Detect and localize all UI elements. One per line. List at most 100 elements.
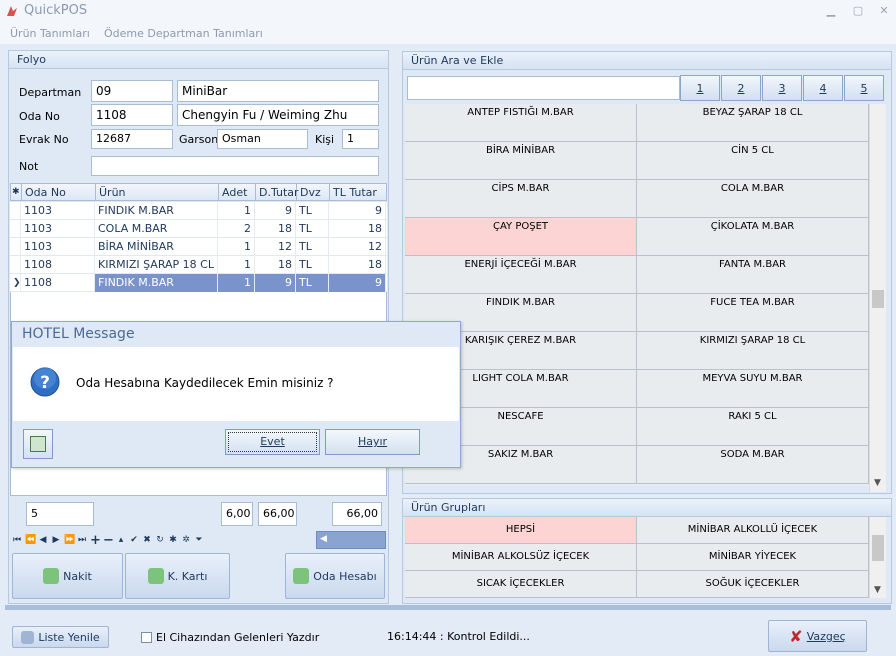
group-tile[interactable]: HEPSİ (405, 517, 637, 544)
table-row[interactable]: 1108 KIRMIZI ŞARAP 18 CL 1 18 TL 18 (10, 256, 387, 274)
horizontal-scrollbar[interactable]: ◀ (316, 531, 386, 549)
group-tile[interactable]: SOĞUK İÇECEKLER (637, 571, 869, 598)
guest-name-field[interactable]: Chengyin Fu / Weiming Zhu (177, 104, 379, 126)
print-checkbox-label: El Cihazından Gelenleri Yazdır (156, 631, 320, 644)
row-pointer-icon: ❯ (10, 274, 21, 292)
group-tile[interactable]: MİNİBAR YİYECEK (637, 544, 869, 571)
evrak-no-field[interactable]: 12687 (91, 129, 173, 149)
product-tile[interactable]: ÇİKOLATA M.BAR (637, 218, 869, 256)
nav-prev-icon[interactable]: ◀ (38, 535, 48, 545)
product-tile[interactable]: ANTEP FISTIĞI M.BAR (405, 104, 637, 142)
dialog-message: Oda Hesabına Kaydedilecek Emin misiniz ? (76, 376, 334, 390)
footer-tl-total: 66,00 (332, 502, 382, 526)
page-button-2[interactable]: 2 (721, 75, 761, 101)
departman-name-field[interactable]: MiniBar (177, 80, 379, 102)
cell-oda: 1103 (21, 220, 95, 238)
col-urun[interactable]: Ürün (96, 184, 219, 201)
cell-tltutar: 18 (329, 220, 386, 238)
nav-edit-icon[interactable]: ▴ (116, 535, 126, 545)
cell-dtutar: 18 (255, 256, 296, 274)
product-scrollbar[interactable]: ▼ (869, 104, 886, 492)
col-dvz[interactable]: Dvz (297, 184, 330, 201)
liste-yenile-button[interactable]: Liste Yenile (12, 626, 109, 648)
table-row[interactable]: 1103 FINDIK M.BAR 1 9 TL 9 (10, 202, 387, 220)
scroll-left-icon[interactable]: ◀ (320, 534, 327, 544)
page-button-1[interactable]: 1 (680, 75, 720, 101)
nav-cancel-icon[interactable]: ✖ (142, 535, 152, 545)
product-tile[interactable]: CİPS M.BAR (405, 180, 637, 218)
garson-field[interactable]: Osman (217, 129, 308, 149)
group-tile[interactable]: SICAK İÇECEKLER (405, 571, 637, 598)
page-button-3[interactable]: 3 (762, 75, 802, 101)
maximize-icon[interactable]: ▢ (851, 4, 865, 18)
nav-next-icon[interactable]: ▶ (51, 535, 61, 545)
nav-delete-icon[interactable]: − (103, 533, 114, 548)
group-scrollbar[interactable]: ▼ (869, 517, 886, 598)
product-tile[interactable]: KIRMIZI ŞARAP 18 CL (637, 332, 869, 370)
kredi-karti-button[interactable]: K. Kartı (125, 553, 230, 599)
table-row[interactable]: 1103 COLA M.BAR 2 18 TL 18 (10, 220, 387, 238)
page-button-4[interactable]: 4 (803, 75, 843, 101)
table-row[interactable]: 1103 BİRA MİNİBAR 1 12 TL 12 (10, 238, 387, 256)
nakit-button[interactable]: Nakit (12, 553, 123, 599)
product-search-input[interactable] (407, 76, 680, 100)
not-field[interactable] (91, 156, 379, 176)
nav-next-page-icon[interactable]: ⏩ (64, 535, 75, 545)
product-tile[interactable]: FUCE TEA M.BAR (637, 294, 869, 332)
nav-goto-bookmark-icon[interactable]: ✲ (181, 535, 191, 545)
cell-adet: 2 (218, 220, 255, 238)
menu-odeme-departman[interactable]: Ödeme Departman Tanımları (104, 27, 263, 40)
minimize-icon[interactable]: ▁ (824, 4, 838, 18)
oda-no-field[interactable]: 1108 (91, 104, 173, 126)
table-row-selected[interactable]: ❯ 1108 FINDIK M.BAR 1 9 TL 9 (10, 274, 387, 292)
oda-hesabi-button[interactable]: Oda Hesabı (285, 553, 385, 599)
grid-header: ✱ Oda No Ürün Adet D.Tutar Dvz TL Tutar (10, 183, 387, 201)
nav-first-icon[interactable]: ⏮ (12, 535, 22, 545)
group-tile[interactable]: MİNİBAR ALKOLLÜ İÇECEK (637, 517, 869, 544)
nav-add-icon[interactable]: + (90, 533, 101, 548)
product-tile[interactable]: CİN 5 CL (637, 142, 869, 180)
group-scroll-down-icon[interactable]: ▼ (874, 585, 881, 595)
group-scroll-thumb[interactable] (872, 535, 884, 561)
cell-dvz: TL (296, 220, 329, 238)
status-text: 16:14:44 : Kontrol Edildi... (387, 630, 530, 643)
nav-last-icon[interactable]: ⏭ (77, 535, 87, 545)
product-tile[interactable]: BİRA MİNİBAR (405, 142, 637, 180)
hayir-button[interactable]: Hayır (325, 429, 420, 455)
product-tile[interactable]: ENERJİ İÇECEĞİ M.BAR (405, 256, 637, 294)
product-tile[interactable]: SODA M.BAR (637, 446, 869, 484)
nav-filter-icon[interactable]: ⏷ (194, 535, 204, 545)
product-tile[interactable]: ÇAY POŞET (405, 218, 637, 256)
product-tile[interactable]: BEYAZ ŞARAP 18 CL (637, 104, 869, 142)
copy-message-button[interactable] (23, 429, 53, 459)
nav-prev-page-icon[interactable]: ⏪ (25, 535, 36, 545)
print-checkbox[interactable] (141, 632, 152, 643)
nav-refresh-icon[interactable]: ↻ (155, 535, 165, 545)
scroll-down-icon[interactable]: ▼ (874, 478, 881, 488)
group-tile[interactable]: MİNİBAR ALKOLSÜZ İÇECEK (405, 544, 637, 571)
departman-code-field[interactable]: 09 (91, 80, 173, 102)
product-tile[interactable]: MEYVA SUYU M.BAR (637, 370, 869, 408)
kisi-field[interactable]: 1 (342, 129, 379, 149)
nav-post-icon[interactable]: ✔ (129, 535, 139, 545)
page-button-5[interactable]: 5 (844, 75, 884, 101)
urun-ara-header: Ürün Ara ve Ekle (403, 52, 891, 70)
col-adet[interactable]: Adet (219, 184, 256, 201)
nav-bookmark-icon[interactable]: ✱ (168, 535, 178, 545)
product-scroll-thumb[interactable] (872, 290, 884, 308)
cell-urun: KIRMIZI ŞARAP 18 CL (95, 256, 218, 274)
vazgec-button[interactable]: ✘ Vazgeç (768, 620, 867, 652)
evet-button[interactable]: Evet (225, 429, 320, 455)
cell-dtutar: 12 (255, 238, 296, 256)
close-icon[interactable]: ✕ (877, 4, 891, 18)
cell-urun: BİRA MİNİBAR (95, 238, 218, 256)
product-tile[interactable]: COLA M.BAR (637, 180, 869, 218)
product-tile[interactable]: FANTA M.BAR (637, 256, 869, 294)
evrak-no-label: Evrak No (19, 133, 69, 146)
product-tile[interactable]: RAKI 5 CL (637, 408, 869, 446)
col-tltutar[interactable]: TL Tutar (330, 184, 387, 201)
col-dtutar[interactable]: D.Tutar (256, 184, 299, 201)
menu-urun-tanimlari[interactable]: Ürün Tanımları (10, 27, 90, 40)
col-oda-no[interactable]: Oda No (22, 184, 96, 201)
splitter[interactable] (5, 605, 891, 610)
